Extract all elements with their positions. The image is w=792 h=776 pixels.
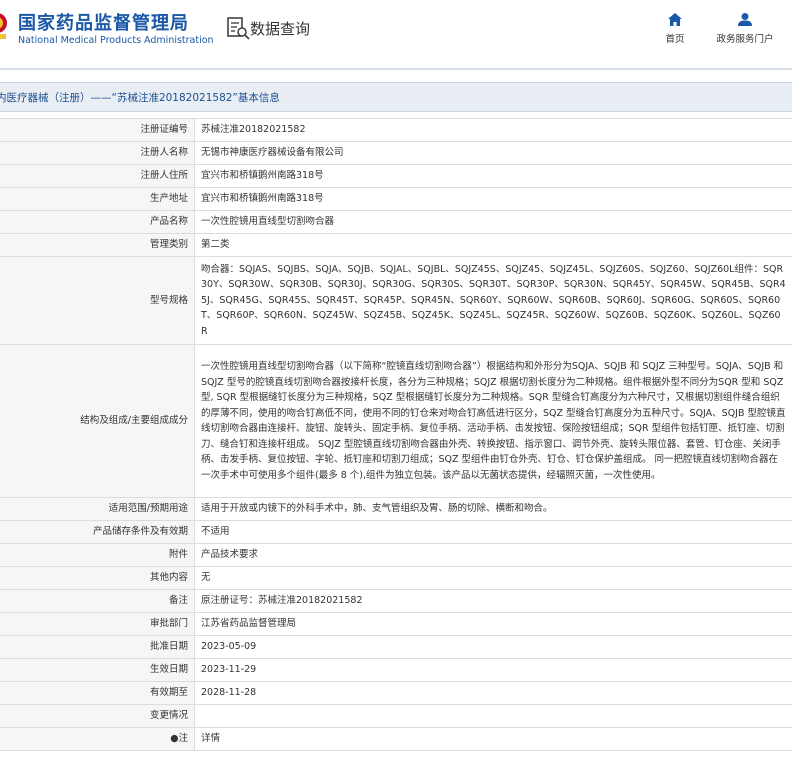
detail-row: 其他内容无 (0, 566, 792, 590)
data-query-icon (227, 17, 250, 40)
field-value: 2023-05-09 (194, 635, 792, 659)
field-value: 宜兴市和桥镇鹅州南路318号 (194, 187, 792, 211)
field-label: 变更情况 (0, 704, 195, 728)
field-label: 产品储存条件及有效期 (0, 520, 195, 544)
detail-row: 备注 原注册证号：苏械注准20182021582 (0, 589, 792, 613)
field-value: 江苏省药品监督管理局 (194, 612, 792, 636)
field-value: 一次性腔镜用直线型切割吻合器 (194, 210, 792, 234)
detail-row: 适用范围/预期用途 适用于开放或内镜下的外科手术中，肺、支气管组织及胃、肠的切除、… (0, 497, 792, 521)
nav-home-label: 首页 (665, 34, 685, 45)
field-label: ●注 (0, 727, 195, 751)
site-header: 国家药品监督管理局 National Medical Products Admi… (0, 0, 792, 66)
home-icon (668, 13, 682, 26)
header-divider (0, 68, 792, 70)
field-value: 产品技术要求 (194, 543, 792, 567)
field-label: 结构及组成/主要组成成分 (0, 344, 195, 498)
detail-row: 变更情况 (0, 704, 792, 728)
detail-row: 注册人住所 宜兴市和桥镇鹅州南路318号 (0, 164, 792, 188)
field-label: 型号规格 (0, 256, 195, 345)
field-value: 无 (194, 566, 792, 590)
field-label: 备注 (0, 589, 195, 613)
details-link[interactable]: 详情 (194, 727, 792, 751)
detail-row: 产品名称 一次性腔镜用直线型切割吻合器 (0, 210, 792, 234)
field-label: 审批部门 (0, 612, 195, 636)
system-title: 数据查询 (250, 20, 311, 38)
detail-row: 生产地址 宜兴市和桥镇鹅州南路318号 (0, 187, 792, 211)
field-label: 有效期至 (0, 681, 195, 705)
field-value: 苏械注准20182021582 (194, 118, 792, 142)
detail-row: 附件 产品技术要求 (0, 543, 792, 567)
field-value: 2023-11-29 (194, 658, 792, 682)
detail-row: 结构及组成/主要组成成分 一次性腔镜用直线型切割吻合器（以下简称“腔镜直线切割吻合… (0, 344, 792, 498)
detail-row: 产品储存条件及有效期 不适用 (0, 520, 792, 544)
field-value: 一次性腔镜用直线型切割吻合器（以下简称“腔镜直线切割吻合器”）根据结构和外形分为… (194, 344, 792, 498)
field-value: 2028-11-28 (194, 681, 792, 705)
field-label: 批准日期 (0, 635, 195, 659)
detail-row: 注册证编号 苏械注准20182021582 (0, 118, 792, 142)
nav-service-portal[interactable]: 政务服务门户 (712, 12, 778, 45)
field-value: 第二类 (194, 233, 792, 257)
detail-row: 管理类别 第二类 (0, 233, 792, 257)
detail-table: 注册证编号 苏械注准20182021582 注册人名称 无锡市神康医疗器械设备有限公司… (0, 118, 792, 751)
field-value: 吻合器：SQJAS、SQJBS、SQJA、SQJB、SQJAL、SQJBL、SQ… (194, 256, 792, 345)
field-label: 注册人住所 (0, 164, 195, 188)
field-label: 产品名称 (0, 210, 195, 234)
logo-title[interactable]: 国家药品监督管理局 (18, 9, 189, 35)
user-icon (738, 13, 752, 26)
detail-row: ●注 详情 (0, 727, 792, 751)
detail-row: 注册人名称 无锡市神康医疗器械设备有限公司 (0, 141, 792, 165)
nav-home[interactable]: 首页 (660, 12, 690, 45)
field-value (194, 704, 792, 728)
nav-portal-label: 政务服务门户 (716, 34, 774, 45)
field-label: 生效日期 (0, 658, 195, 682)
detail-row: 生效日期 2023-11-29 (0, 658, 792, 682)
emblem-icon (0, 13, 7, 39)
detail-row: 型号规格 吻合器：SQJAS、SQJBS、SQJA、SQJB、SQJAL、SQJB… (0, 256, 792, 345)
field-value: 适用于开放或内镜下的外科手术中，肺、支气管组织及胃、肠的切除、横断和吻合。 (194, 497, 792, 521)
field-label: 适用范围/预期用途 (0, 497, 195, 521)
detail-row: 有效期至 2028-11-28 (0, 681, 792, 705)
field-label: 注册证编号 (0, 118, 195, 142)
field-value: 原注册证号：苏械注准20182021582 (194, 589, 792, 613)
field-value: 不适用 (194, 520, 792, 544)
detail-row: 审批部门 江苏省药品监督管理局 (0, 612, 792, 636)
field-label: 附件 (0, 543, 195, 567)
field-label: 管理类别 (0, 233, 195, 257)
field-value: 无锡市神康医疗器械设备有限公司 (194, 141, 792, 165)
field-label: 注册人名称 (0, 141, 195, 165)
detail-row: 批准日期 2023-05-09 (0, 635, 792, 659)
field-label: 其他内容 (0, 566, 195, 590)
field-label: 生产地址 (0, 187, 195, 211)
detail-title: 内医疗器械（注册）——“苏械注准20182021582”基本信息 (0, 92, 280, 104)
detail-title-bar: 内医疗器械（注册）——“苏械注准20182021582”基本信息 (0, 82, 792, 112)
logo-subtitle: National Medical Products Administration (18, 35, 214, 46)
field-value: 宜兴市和桥镇鹅州南路318号 (194, 164, 792, 188)
